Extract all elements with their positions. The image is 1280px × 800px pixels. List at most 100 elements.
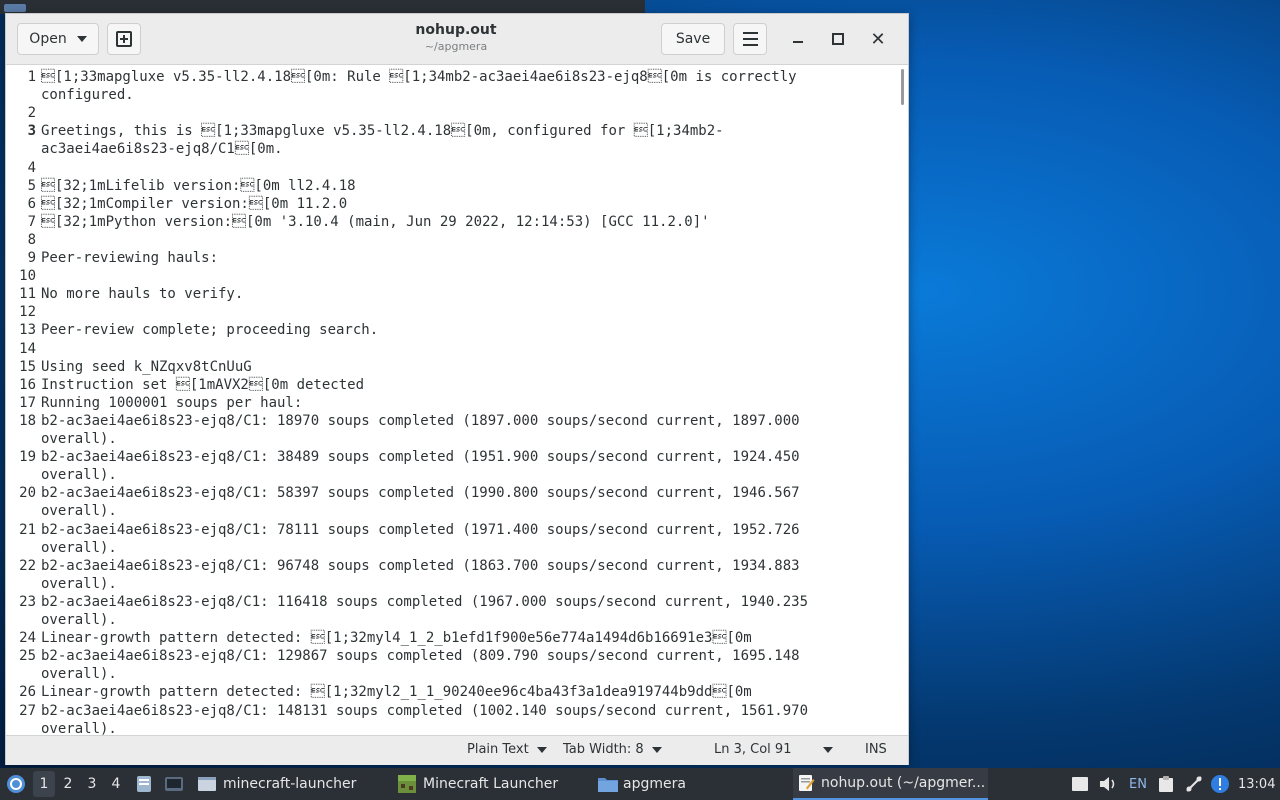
clipboard-icon xyxy=(1159,776,1173,792)
line-number: 2 xyxy=(27,105,36,122)
line-text: b2-ac3aei4ae6i8s23-ejq8/C1: 129867 soups… xyxy=(41,648,800,665)
tab-width-selector[interactable]: Tab Width: 8 xyxy=(563,742,662,757)
line-text: overall). xyxy=(41,666,117,683)
chevron-down-icon xyxy=(76,36,87,42)
clipboard-applet[interactable] xyxy=(1155,768,1177,800)
line-text: Instruction set [1mAVX2[0m detected xyxy=(41,376,365,393)
line-number: 9 xyxy=(27,250,36,266)
file-manager-launcher[interactable] xyxy=(134,768,154,800)
tab-width-label: Tab Width: 8 xyxy=(563,742,644,757)
workspace-label: 2 xyxy=(63,776,73,792)
task-apgmera-folder[interactable]: apgmera xyxy=(593,768,792,800)
clock-label: 13:04 xyxy=(1238,776,1276,792)
line-text: b2-ac3aei4ae6i8s23-ejq8/C1: 78111 soups … xyxy=(41,521,800,538)
workspace-label: 4 xyxy=(111,776,121,792)
workspace-1[interactable]: 1 xyxy=(33,771,55,797)
clock[interactable]: 13:04 xyxy=(1238,768,1275,800)
cursor-position-selector[interactable]: Ln 3, Col 91 xyxy=(714,742,834,757)
line-text: b2-ac3aei4ae6i8s23-ejq8/C1: 96748 soups … xyxy=(41,557,800,574)
chevron-down-icon xyxy=(823,746,834,753)
close-icon: ✕ xyxy=(870,28,886,50)
line-number: 25 xyxy=(19,648,36,665)
line-number: 22 xyxy=(19,557,36,574)
line-number: 21 xyxy=(19,521,36,538)
task-minecraft-launcher-window[interactable]: minecraft-launcher xyxy=(193,768,392,800)
keyboard-layout-indicator[interactable]: EN xyxy=(1127,768,1149,800)
line-number: 26 xyxy=(19,684,36,701)
line-text: b2-ac3aei4ae6i8s23-ejq8/C1: 58397 soups … xyxy=(41,485,800,502)
task-minecraft-launcher[interactable]: Minecraft Launcher xyxy=(393,768,592,800)
info-alert-icon xyxy=(1211,775,1229,793)
task-label: nohup.out (~/apgmer... xyxy=(821,775,986,791)
line-number: 15 xyxy=(19,358,36,375)
start-menu-button[interactable] xyxy=(5,768,27,800)
workspace-label: 1 xyxy=(39,776,49,792)
line-text: Peer-review complete; proceeding search. xyxy=(41,322,379,339)
line-text: overall). xyxy=(41,612,117,628)
line-text: [32;1mPython version:[0m '3.10.4 (main… xyxy=(41,213,710,230)
text-editor-icon xyxy=(799,775,815,791)
show-desktop-button[interactable] xyxy=(1069,768,1091,800)
line-text: overall). xyxy=(41,467,117,484)
line-number: 20 xyxy=(19,485,36,502)
terminal-launcher[interactable] xyxy=(163,768,185,800)
desktop-icon xyxy=(1072,777,1088,791)
text-editor-window: Open nohup.out ~/apgmera Save ✕ 1 [1;33m… xyxy=(5,13,909,765)
line-number: 17 xyxy=(19,394,36,411)
line-text: Linear-growth pattern detected: [1;32my… xyxy=(41,630,752,647)
update-notifier[interactable] xyxy=(1209,768,1231,800)
text-view[interactable]: 1 [1;33mapgluxe v5.35-ll2.4.18[0m: Rule… xyxy=(6,65,908,735)
background-window-strip xyxy=(0,0,645,14)
minecraft-icon xyxy=(398,775,416,793)
hamburger-icon-bar xyxy=(742,38,758,40)
task-nohup-editor[interactable]: nohup.out (~/apgmer... xyxy=(793,768,988,800)
window-title: nohup.out xyxy=(415,22,497,38)
network-applet[interactable] xyxy=(1183,768,1205,800)
language-selector[interactable]: Plain Text xyxy=(467,742,547,757)
line-text: b2-ac3aei4ae6i8s23-ejq8/C1: 116418 soups… xyxy=(41,593,809,610)
folder-icon xyxy=(4,4,26,12)
line-text: overall). xyxy=(41,720,117,735)
open-button[interactable]: Open xyxy=(17,23,99,55)
keyboard-layout-label: EN xyxy=(1129,776,1147,792)
line-text: configured. xyxy=(41,87,134,104)
maximize-button[interactable] xyxy=(826,29,850,49)
line-text: overall). xyxy=(41,539,117,556)
line-text: Greetings, this is [1;33mapgluxe v5.35-… xyxy=(41,123,724,140)
terminal-icon xyxy=(165,777,183,791)
hamburger-icon-bar xyxy=(742,44,758,46)
line-text: ac3aei4ae6i8s23-ejq8/C1[0m. xyxy=(41,141,283,158)
line-number: 8 xyxy=(27,231,36,248)
close-button[interactable]: ✕ xyxy=(866,28,890,50)
volume-control[interactable] xyxy=(1097,768,1119,800)
chevron-down-icon xyxy=(536,746,547,753)
line-text: overall). xyxy=(41,575,117,592)
workspace-3[interactable]: 3 xyxy=(81,768,103,800)
minimize-button[interactable] xyxy=(786,29,810,49)
minimize-icon xyxy=(793,41,803,43)
line-number: 13 xyxy=(19,322,36,339)
open-button-label: Open xyxy=(29,31,67,47)
hamburger-menu-button[interactable] xyxy=(733,23,767,55)
workspace-4[interactable]: 4 xyxy=(105,768,127,800)
save-button[interactable]: Save xyxy=(661,23,725,55)
line-number: 14 xyxy=(19,340,36,357)
line-text: [32;1mLifelib version:[0m ll2.4.18 xyxy=(41,177,356,194)
line-text: b2-ac3aei4ae6i8s23-ejq8/C1: 148131 soups… xyxy=(41,702,809,719)
task-label: apgmera xyxy=(623,776,686,792)
workspace-2[interactable]: 2 xyxy=(57,768,79,800)
task-label: Minecraft Launcher xyxy=(423,776,559,792)
window-subtitle: ~/apgmera xyxy=(424,40,488,53)
cursor-position-label: Ln 3, Col 91 xyxy=(714,742,792,757)
new-document-button[interactable] xyxy=(107,23,141,55)
line-number: 19 xyxy=(19,449,36,466)
document-icon xyxy=(137,776,151,792)
new-tab-icon xyxy=(116,31,132,47)
line-number: 1 xyxy=(27,69,36,85)
line-number: 12 xyxy=(19,304,36,321)
insert-mode-indicator: INS xyxy=(865,742,887,757)
headerbar: Open nohup.out ~/apgmera Save ✕ xyxy=(6,14,908,65)
window-icon xyxy=(198,777,216,791)
chevron-down-icon xyxy=(651,746,662,753)
vertical-scrollbar[interactable] xyxy=(901,69,904,105)
